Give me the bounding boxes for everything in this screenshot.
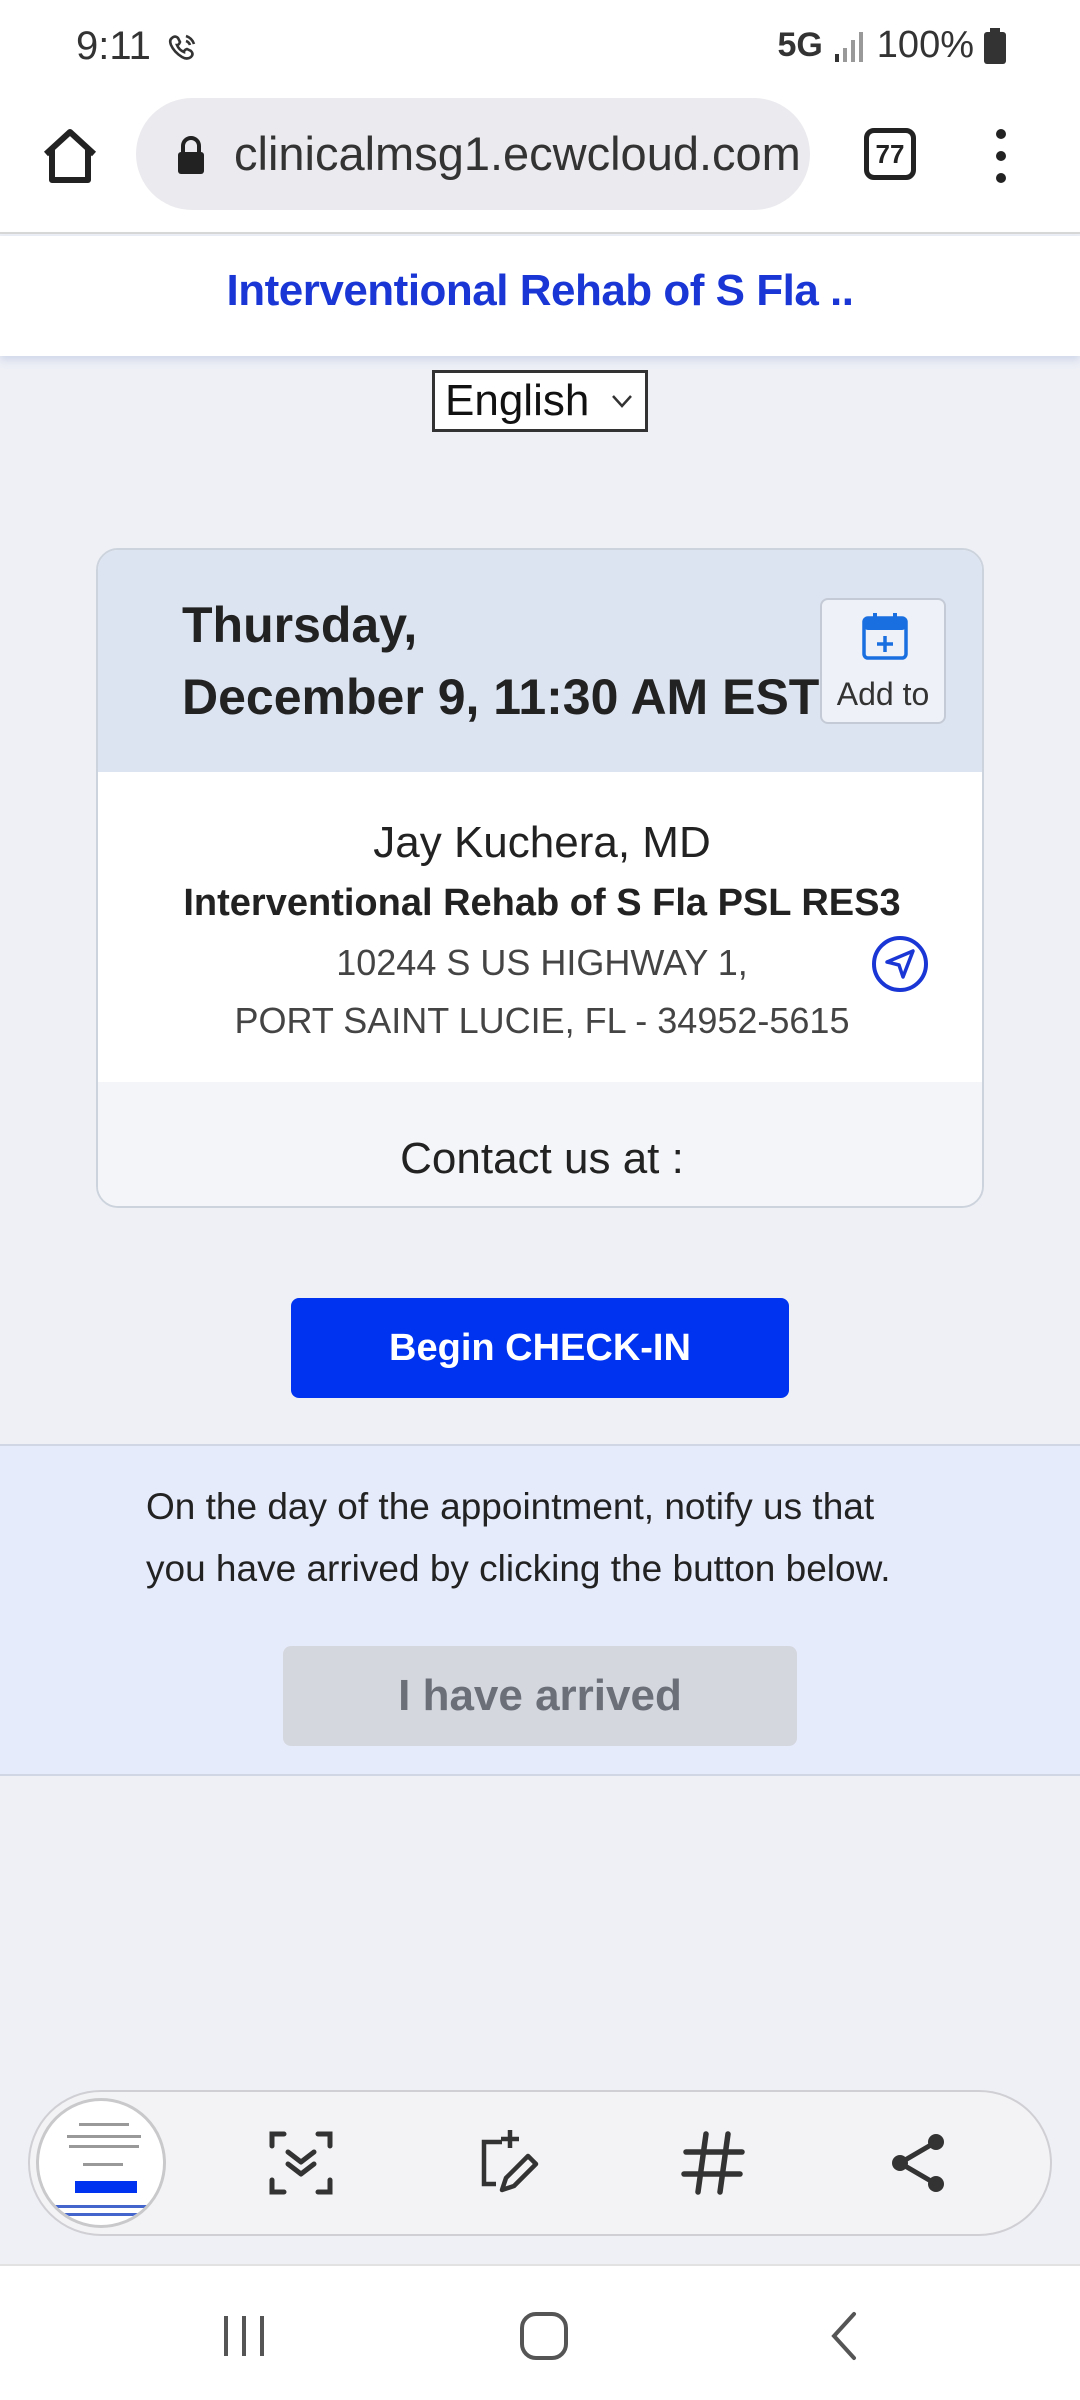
arrival-section: On the day of the appointment, notify us… — [0, 1444, 1080, 1776]
draw-icon[interactable] — [472, 2128, 542, 2198]
battery-percent: 100% — [876, 24, 974, 66]
screenshot-thumbnail[interactable] — [36, 2098, 166, 2228]
begin-checkin-button[interactable]: Begin CHECK-IN — [291, 1298, 789, 1398]
browser-toolbar: clinicalmsg1.ecwcloud.com 77 — [0, 92, 1080, 234]
thumbnail-line — [59, 2213, 149, 2216]
address-line-2: PORT SAINT LUCIE, FL - 34952-5615 — [234, 1000, 850, 1041]
network-type: 5G — [777, 26, 823, 64]
home-icon[interactable] — [38, 124, 102, 188]
language-selected-value: English — [445, 376, 590, 425]
chevron-down-icon — [612, 395, 632, 408]
thumbnail-button — [75, 2181, 137, 2193]
thumbnail-line — [69, 2145, 139, 2148]
arrival-instructions: On the day of the appointment, notify us… — [146, 1486, 891, 1589]
home-nav-icon[interactable] — [516, 2308, 572, 2364]
doctor-name: Jay Kuchera, MD — [373, 818, 711, 867]
lock-icon — [178, 136, 204, 174]
thumbnail-line — [55, 2205, 151, 2208]
appointment-day: Thursday, — [182, 597, 418, 653]
thumbnail-line — [67, 2135, 141, 2138]
contact-label: Contact us at : — [400, 1134, 684, 1183]
page-title: Interventional Rehab of S Fla .. — [226, 266, 854, 315]
tab-switcher-button[interactable]: 77 — [864, 128, 916, 180]
site-header: Interventional Rehab of S Fla .. — [0, 236, 1080, 356]
appointment-datetime: December 9, 11:30 AM EST — [182, 669, 820, 725]
appointment-card: Thursday, December 9, 11:30 AM EST Add t… — [96, 548, 984, 1208]
battery-icon — [984, 27, 1006, 64]
status-bar: 9:11 5G 100% — [0, 0, 1080, 92]
calendar-add-icon — [862, 613, 908, 660]
thumbnail-line — [83, 2163, 123, 2166]
add-to-calendar-button[interactable]: Add to — [820, 598, 946, 724]
url-text: clinicalmsg1.ecwcloud.com — [234, 127, 801, 180]
wifi-calling-icon — [168, 34, 196, 60]
share-icon[interactable] — [884, 2128, 954, 2198]
system-navigation-bar — [0, 2264, 1080, 2400]
status-time: 9:11 — [76, 24, 151, 68]
add-to-label: Add to — [836, 676, 930, 712]
thumbnail-line — [79, 2123, 129, 2126]
practice-name: Interventional Rehab of S Fla PSL RES3 — [183, 882, 901, 924]
more-options-icon[interactable] — [986, 126, 1016, 186]
recent-apps-icon[interactable] — [216, 2308, 272, 2364]
signal-icon — [834, 31, 863, 62]
directions-icon[interactable] — [870, 934, 930, 994]
screenshot-toolbar — [28, 2090, 1052, 2236]
address-bar[interactable]: clinicalmsg1.ecwcloud.com — [136, 98, 810, 210]
i-have-arrived-button[interactable]: I have arrived — [283, 1646, 797, 1746]
scroll-capture-icon[interactable] — [266, 2128, 336, 2198]
hashtag-icon[interactable] — [678, 2128, 748, 2198]
address-line-1: 10244 S US HIGHWAY 1, — [336, 942, 748, 983]
appointment-header: Thursday, December 9, 11:30 AM EST Add t… — [98, 550, 982, 772]
status-indicators: 5G 100% — [777, 24, 1006, 67]
back-icon[interactable] — [818, 2308, 874, 2364]
language-select[interactable]: English — [432, 370, 648, 432]
